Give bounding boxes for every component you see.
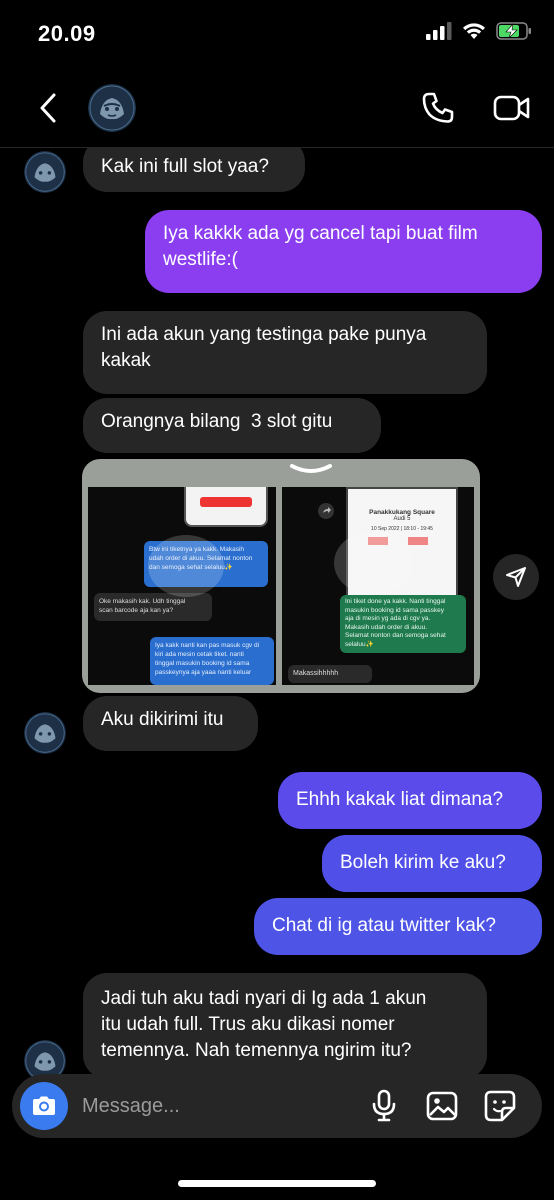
message-bubble-outgoing[interactable]: Chat di ig atau twitter kak? xyxy=(254,898,542,955)
message-composer xyxy=(12,1074,542,1138)
sticker-icon xyxy=(484,1090,516,1122)
send-icon xyxy=(506,567,526,587)
message-bubble-outgoing[interactable]: Boleh kirim ke aku? xyxy=(322,835,542,892)
share-button[interactable] xyxy=(493,554,539,600)
screenshot-chat-bubble: Oke makasih kak. Udh tinggal scan barcod… xyxy=(94,593,212,621)
forward-icon xyxy=(318,503,334,519)
contact-avatar[interactable] xyxy=(88,84,136,132)
message-bubble-outgoing[interactable]: Iya kakkk ada yg cancel tapi buat film w… xyxy=(145,210,542,293)
screenshot-chat-bubble: Iya kakk nanti kan pas masuk cgv di kiri… xyxy=(150,637,274,685)
camera-icon xyxy=(33,1096,55,1115)
cellular-signal-icon xyxy=(426,22,452,40)
message-bubble-outgoing[interactable]: Ehhh kakak liat dimana? xyxy=(278,772,542,829)
ticket-screen: Audi 5 xyxy=(393,516,411,522)
shared-screenshot-image[interactable]: Btw ini tiketnya ya kakk. Makasih udah o… xyxy=(82,459,480,693)
home-indicator xyxy=(178,1180,376,1187)
status-bar: 20.09 xyxy=(0,0,554,70)
status-time: 20.09 xyxy=(38,21,96,46)
status-icons xyxy=(426,22,532,40)
message-input[interactable] xyxy=(82,1090,352,1122)
sender-avatar[interactable] xyxy=(24,1040,66,1078)
message-bubble-incoming[interactable]: Aku dikirimi itu xyxy=(83,696,258,751)
video-camera-icon xyxy=(493,95,530,121)
camera-button[interactable] xyxy=(20,1082,68,1130)
screenshot-phone-frame xyxy=(184,487,268,527)
chat-header xyxy=(0,70,554,148)
sender-avatar[interactable] xyxy=(24,712,66,754)
screenshot-panel-right: Panakkukang Square Audi 5 10 Sep 2022 | … xyxy=(282,487,474,685)
message-bubble-incoming[interactable]: Kak ini full slot yaa? xyxy=(83,148,305,192)
message-thread[interactable]: Kak ini full slot yaa? Iya kakkk ada yg … xyxy=(0,148,554,1078)
microphone-button[interactable] xyxy=(366,1088,402,1124)
message-bubble-incoming[interactable]: Ini ada akun yang testinga pake punya ka… xyxy=(83,311,487,394)
sender-avatar-image xyxy=(24,712,66,754)
voice-call-button[interactable] xyxy=(418,88,458,128)
battery-charging-icon xyxy=(496,22,531,40)
sender-avatar-image xyxy=(24,151,66,193)
collapse-handle-icon xyxy=(290,464,332,473)
gallery-button[interactable] xyxy=(424,1088,460,1124)
message-bubble-incoming[interactable]: Jadi tuh aku tadi nyari di Ig ada 1 akun… xyxy=(83,973,487,1078)
sender-avatar-image xyxy=(24,1040,66,1078)
message-bubble-incoming[interactable]: Orangnya bilang 3 slot gitu xyxy=(83,398,381,453)
video-call-button[interactable] xyxy=(490,88,534,128)
image-gallery-icon xyxy=(426,1091,458,1121)
screenshot-chat-bubble: Makassihhhhh xyxy=(288,665,372,683)
microphone-icon xyxy=(372,1089,396,1122)
chevron-left-icon xyxy=(40,93,56,123)
screenshot-panel-left: Btw ini tiketnya ya kakk. Makasih udah o… xyxy=(88,487,276,685)
contact-avatar-image xyxy=(88,84,136,132)
watermark-logo xyxy=(148,535,224,597)
sender-avatar[interactable] xyxy=(24,151,66,193)
wifi-icon xyxy=(463,23,485,39)
screenshot-chat-bubble: Ini tiket done ya kakk. Nanti tinggal ma… xyxy=(340,595,466,653)
phone-icon xyxy=(422,92,454,123)
back-button[interactable] xyxy=(30,88,66,128)
ticket-venue: Panakkukang Square xyxy=(369,509,435,516)
sticker-button[interactable] xyxy=(482,1088,518,1124)
watermark-logo xyxy=(334,531,412,595)
